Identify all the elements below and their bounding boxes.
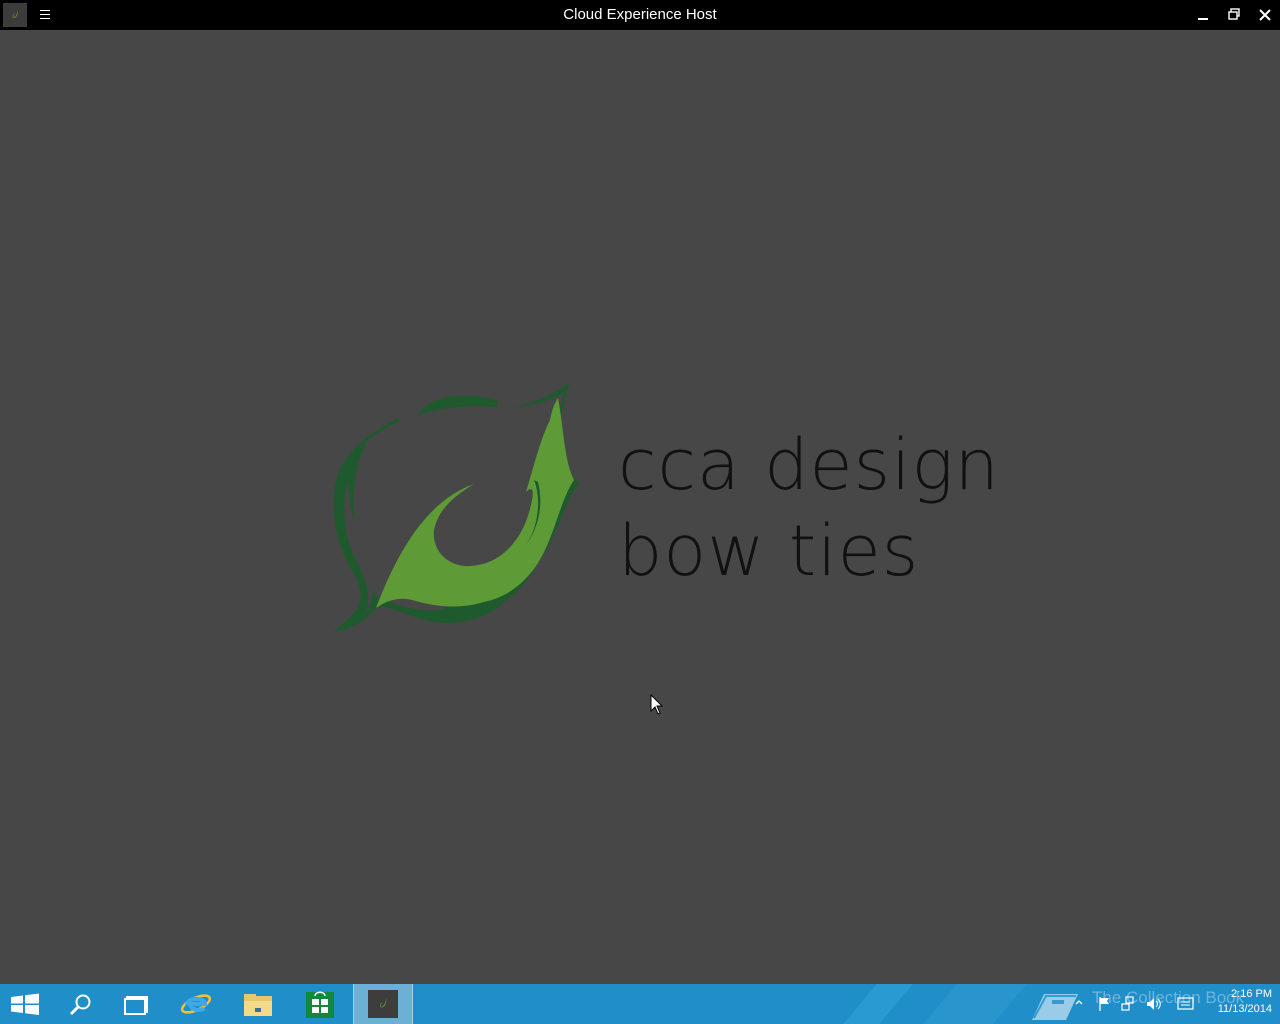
window-title: Cloud Experience Host: [563, 6, 717, 23]
taskbar-decoration: [843, 984, 913, 1024]
brand-line-1: cca design: [618, 424, 1000, 506]
start-button[interactable]: [0, 984, 56, 1024]
minimize-button[interactable]: [1187, 0, 1219, 30]
notifications-icon[interactable]: [1177, 996, 1195, 1012]
title-bar: Cloud Experience Host: [0, 0, 1280, 30]
volume-icon[interactable]: [1145, 996, 1163, 1012]
network-icon[interactable]: [1121, 996, 1137, 1012]
internet-explorer-button[interactable]: [168, 984, 224, 1024]
restore-button[interactable]: [1218, 0, 1250, 30]
app-leaf-icon[interactable]: [3, 3, 27, 27]
taskbar: [0, 984, 1280, 1024]
taskbar-decoration: [923, 984, 1027, 1024]
store-button[interactable]: [292, 984, 348, 1024]
cloud-experience-host-taskbar-button[interactable]: [353, 984, 413, 1024]
action-center-flag-icon[interactable]: [1097, 996, 1111, 1012]
close-icon: [1259, 9, 1271, 21]
minimize-icon: [1198, 18, 1208, 20]
internet-explorer-icon: [180, 994, 212, 1014]
show-hidden-icons-chevron[interactable]: [1073, 996, 1085, 1008]
taskbar-clock[interactable]: 2:16 PM 11/13/2014: [1200, 987, 1272, 1017]
file-explorer-button[interactable]: [230, 984, 286, 1024]
clock-time: 2:16 PM: [1231, 988, 1272, 1000]
hamburger-menu-icon[interactable]: [33, 5, 57, 25]
brand-line-2: bow ties: [618, 510, 920, 592]
file-explorer-icon: [244, 994, 272, 1016]
store-icon: [306, 991, 334, 1018]
start-icon: [11, 993, 39, 1015]
brand-name: cca design bow ties: [618, 422, 1000, 594]
restore-icon: [1228, 8, 1240, 20]
close-button[interactable]: [1249, 0, 1280, 30]
mouse-cursor-icon: [650, 694, 664, 715]
task-view-icon: [124, 996, 148, 1015]
cca-leaf-logo: [333, 382, 580, 632]
search-icon: [69, 994, 91, 1016]
cloud-experience-host-icon: [368, 990, 398, 1018]
search-button[interactable]: [52, 984, 108, 1024]
clock-date: 11/13/2014: [1217, 1003, 1272, 1015]
task-view-button[interactable]: [108, 984, 164, 1024]
